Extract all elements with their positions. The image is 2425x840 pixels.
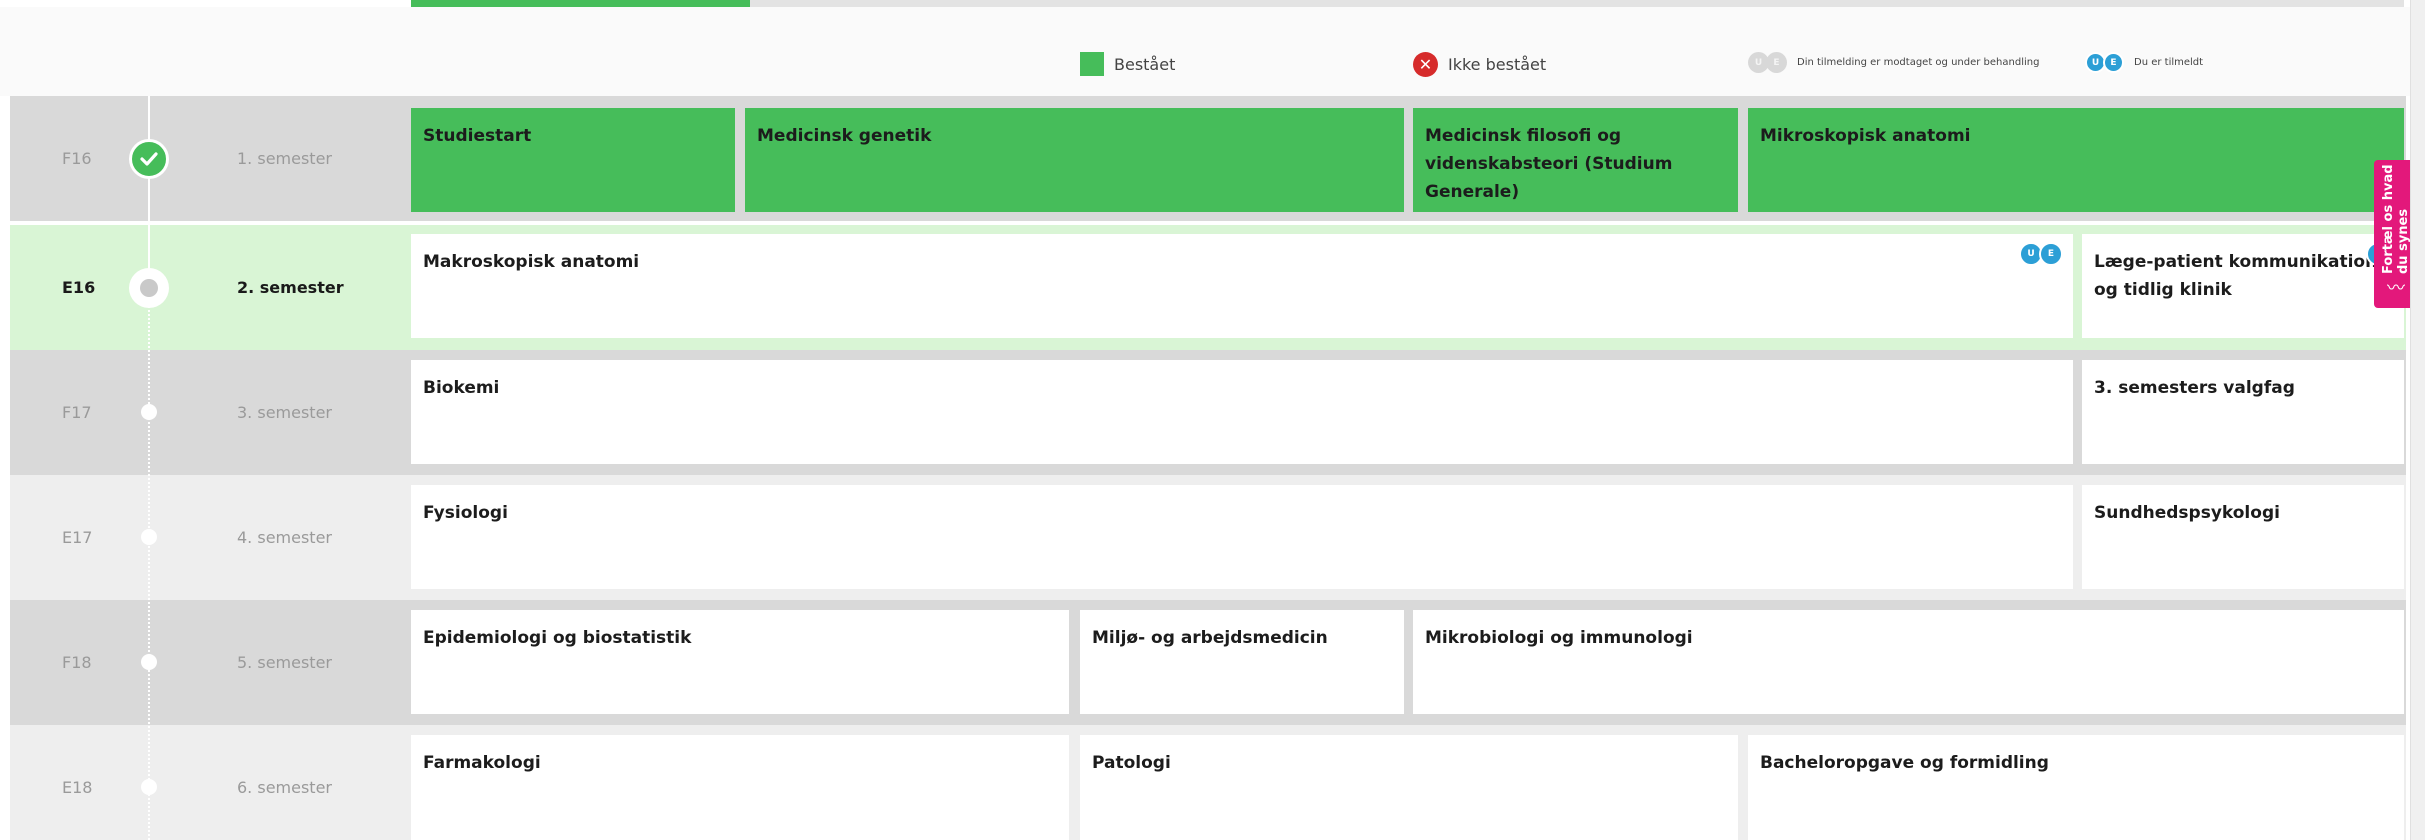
term-label: E18 xyxy=(62,778,93,797)
timeline-line xyxy=(148,96,150,289)
course-card[interactable]: Mikrobiologi og immunologi xyxy=(1413,610,2404,714)
legend-failed: ✕ Ikke bestået xyxy=(1413,52,1546,77)
legend-enrolled-label: Du er tilmeldt xyxy=(2134,57,2204,68)
course-card[interactable]: Sundhedspsykologi xyxy=(2082,485,2404,589)
course-card[interactable]: Læge-patient kommunikation og tidlig kli… xyxy=(2082,234,2404,338)
course-title: Mikrobiologi og immunologi xyxy=(1425,628,1693,648)
course-title: Medicinsk filosofi og videnskabsteori (S… xyxy=(1425,126,1673,202)
legend-pending-label: Din tilmelding er modtaget og under beha… xyxy=(1797,57,2040,68)
course-card[interactable]: Mikroskopisk anatomi xyxy=(1748,108,2404,212)
semester-label: 1. semester xyxy=(237,149,332,168)
timeline-line-future xyxy=(148,289,150,840)
course-title: Fysiologi xyxy=(423,503,508,523)
legend-failed-label: Ikke bestået xyxy=(1448,55,1547,74)
term-label: E16 xyxy=(62,278,96,297)
course-title: Mikroskopisk anatomi xyxy=(1760,126,1971,146)
badge-e: E xyxy=(2103,52,2124,73)
course-title: Læge-patient kommunikation og tidlig kli… xyxy=(2094,252,2378,300)
badge-e: E xyxy=(1766,52,1787,73)
course-title: Studiestart xyxy=(423,126,532,146)
timeline-node xyxy=(141,779,157,795)
semester-label: 3. semester xyxy=(237,403,332,422)
course-title: Sundhedspsykologi xyxy=(2094,503,2280,523)
semester-label: 2. semester xyxy=(237,278,344,297)
legend-passed: Bestået xyxy=(1080,52,1175,76)
term-label: F18 xyxy=(62,653,92,672)
course-card[interactable]: Patologi xyxy=(1080,735,1738,840)
course-card[interactable]: Farmakologi xyxy=(411,735,1069,840)
course-card[interactable]: Medicinsk genetik xyxy=(745,108,1404,212)
course-card[interactable]: Biokemi xyxy=(411,360,2073,464)
progress-fill xyxy=(411,0,750,7)
timeline-node xyxy=(141,529,157,545)
semester-label: 4. semester xyxy=(237,528,332,547)
enrolled-badge-icon: U E xyxy=(2085,52,2124,73)
legend-pending: U E Din tilmelding er modtaget og under … xyxy=(1748,52,2039,73)
course-title: Patologi xyxy=(1092,753,1171,773)
term-label: F17 xyxy=(62,403,92,422)
course-card[interactable]: Miljø- og arbejdsmedicin xyxy=(1080,610,1404,714)
wave-icon: 〰 xyxy=(2387,278,2405,299)
course-title: Medicinsk genetik xyxy=(757,126,932,146)
semester-label: 5. semester xyxy=(237,653,332,672)
term-label: F16 xyxy=(62,149,92,168)
legend-enrolled: U E Du er tilmeldt xyxy=(2085,52,2203,73)
course-card[interactable]: Fysiologi xyxy=(411,485,2073,589)
progress-track xyxy=(411,0,2404,7)
course-card[interactable]: Medicinsk filosofi og videnskabsteori (S… xyxy=(1413,108,1738,212)
enrolled-badge-icon: U E xyxy=(2019,242,2063,266)
course-title: Miljø- og arbejdsmedicin xyxy=(1092,628,1328,648)
course-card[interactable]: 3. semesters valgfag xyxy=(2082,360,2404,464)
course-title: Makroskopisk anatomi xyxy=(423,252,640,272)
semester-label: 6. semester xyxy=(237,778,332,797)
check-icon xyxy=(129,139,169,179)
timeline-node xyxy=(141,404,157,420)
course-card[interactable]: Makroskopisk anatomi U E xyxy=(411,234,2073,338)
course-title: Bacheloropgave og formidling xyxy=(1760,753,2049,773)
course-card[interactable]: Bacheloropgave og formidling xyxy=(1748,735,2404,840)
course-card[interactable]: Studiestart xyxy=(411,108,735,212)
close-icon: ✕ xyxy=(1413,52,1438,77)
timeline-node xyxy=(141,654,157,670)
term-label: E17 xyxy=(62,528,93,547)
legend: Bestået ✕ Ikke bestået U E Din tilmeldin… xyxy=(0,7,2425,96)
course-title: Epidemiologi og biostatistik xyxy=(423,628,692,648)
course-card[interactable]: Epidemiologi og biostatistik xyxy=(411,610,1069,714)
timeline-node-current xyxy=(129,268,169,308)
legend-passed-label: Bestået xyxy=(1114,54,1176,74)
pending-badge-icon: U E xyxy=(1748,52,1787,73)
scrollbar[interactable] xyxy=(2410,0,2425,840)
course-title: 3. semesters valgfag xyxy=(2094,378,2295,398)
course-title: Farmakologi xyxy=(423,753,541,773)
course-title: Biokemi xyxy=(423,378,500,398)
passed-swatch-icon xyxy=(1080,52,1104,76)
feedback-label: Fortæl os hvad du synes xyxy=(2381,164,2411,274)
badge-e: E xyxy=(2039,242,2063,266)
